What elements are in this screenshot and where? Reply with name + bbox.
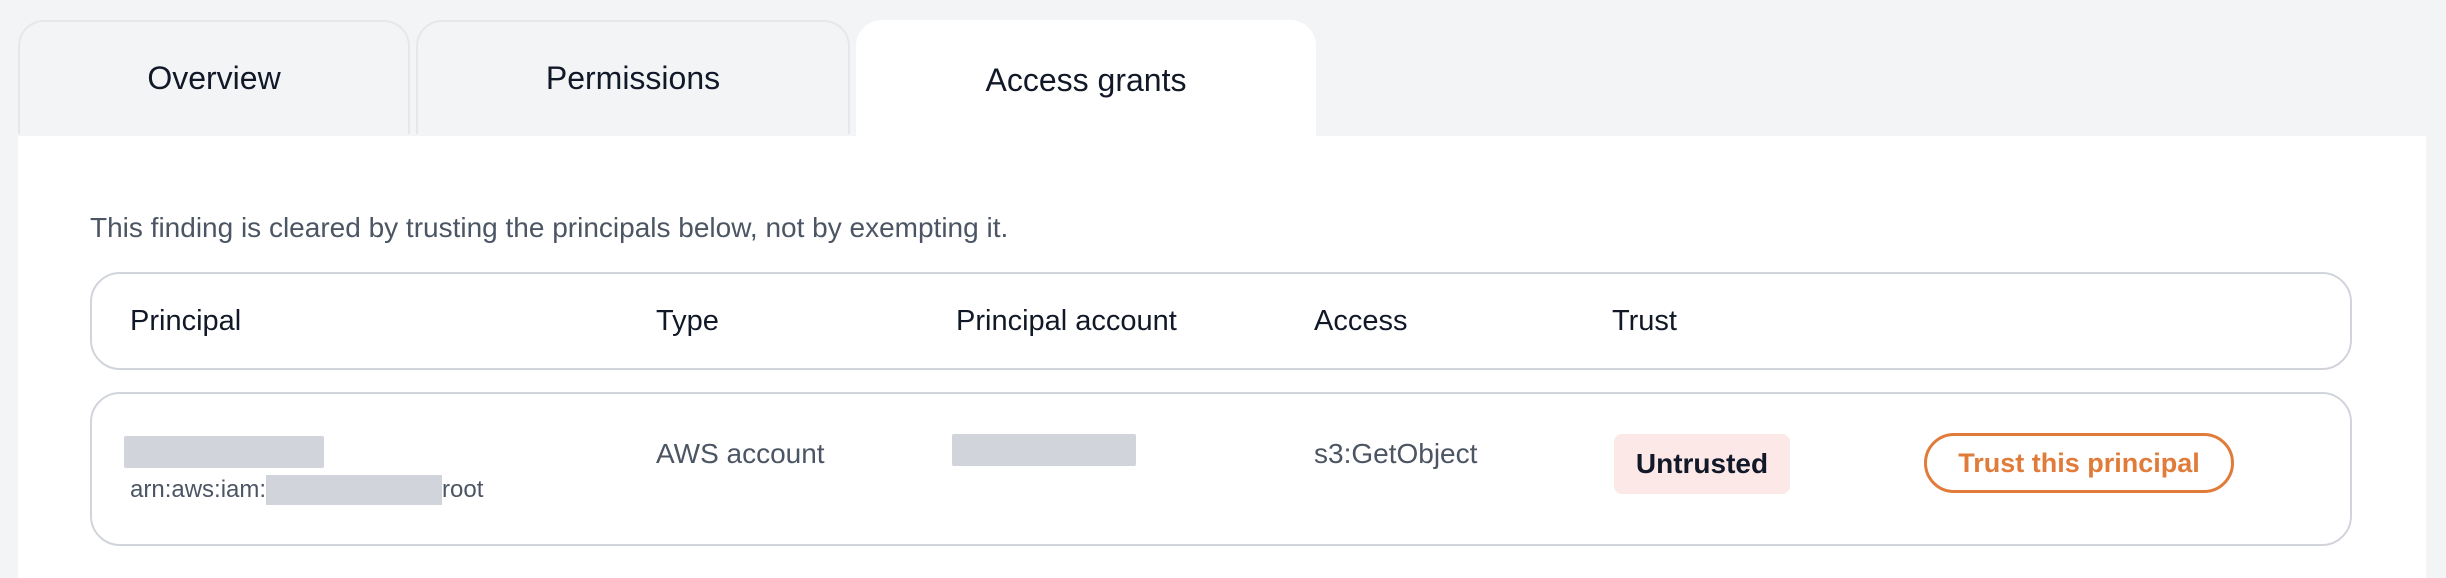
- arn-suffix: root: [442, 476, 484, 503]
- access-value: s3:GetObject: [1314, 438, 1478, 469]
- principal-arn: arn:aws:iam: root: [130, 474, 483, 506]
- header-trust: Trust: [1612, 304, 1677, 337]
- header-type: Type: [656, 304, 719, 337]
- tab-overview[interactable]: Overview: [18, 20, 410, 134]
- header-principal-account: Principal account: [956, 304, 1177, 337]
- tab-bar: Overview Permissions Access grants: [0, 0, 2446, 138]
- trust-status-badge: Untrusted: [1614, 434, 1790, 494]
- arn-account-redacted: [266, 475, 443, 505]
- principal-account-redacted: [952, 434, 1136, 466]
- table-header: Principal Type Principal account Access …: [90, 272, 2352, 370]
- header-principal: Principal: [130, 304, 242, 337]
- tab-permissions[interactable]: Permissions: [416, 20, 850, 134]
- finding-note: This finding is cleared by trusting the …: [90, 212, 1009, 243]
- principal-name-redacted: [124, 436, 324, 468]
- header-access: Access: [1314, 304, 1408, 337]
- tab-access-grants[interactable]: Access grants: [856, 20, 1316, 138]
- trust-principal-button[interactable]: Trust this principal: [1924, 433, 2234, 493]
- access-grants-panel: This finding is cleared by trusting the …: [18, 136, 2426, 578]
- table-row: arn:aws:iam: root AWS account s3:GetObje…: [90, 392, 2352, 546]
- arn-prefix: arn:aws:iam:: [130, 476, 267, 503]
- principal-type: AWS account: [656, 438, 825, 469]
